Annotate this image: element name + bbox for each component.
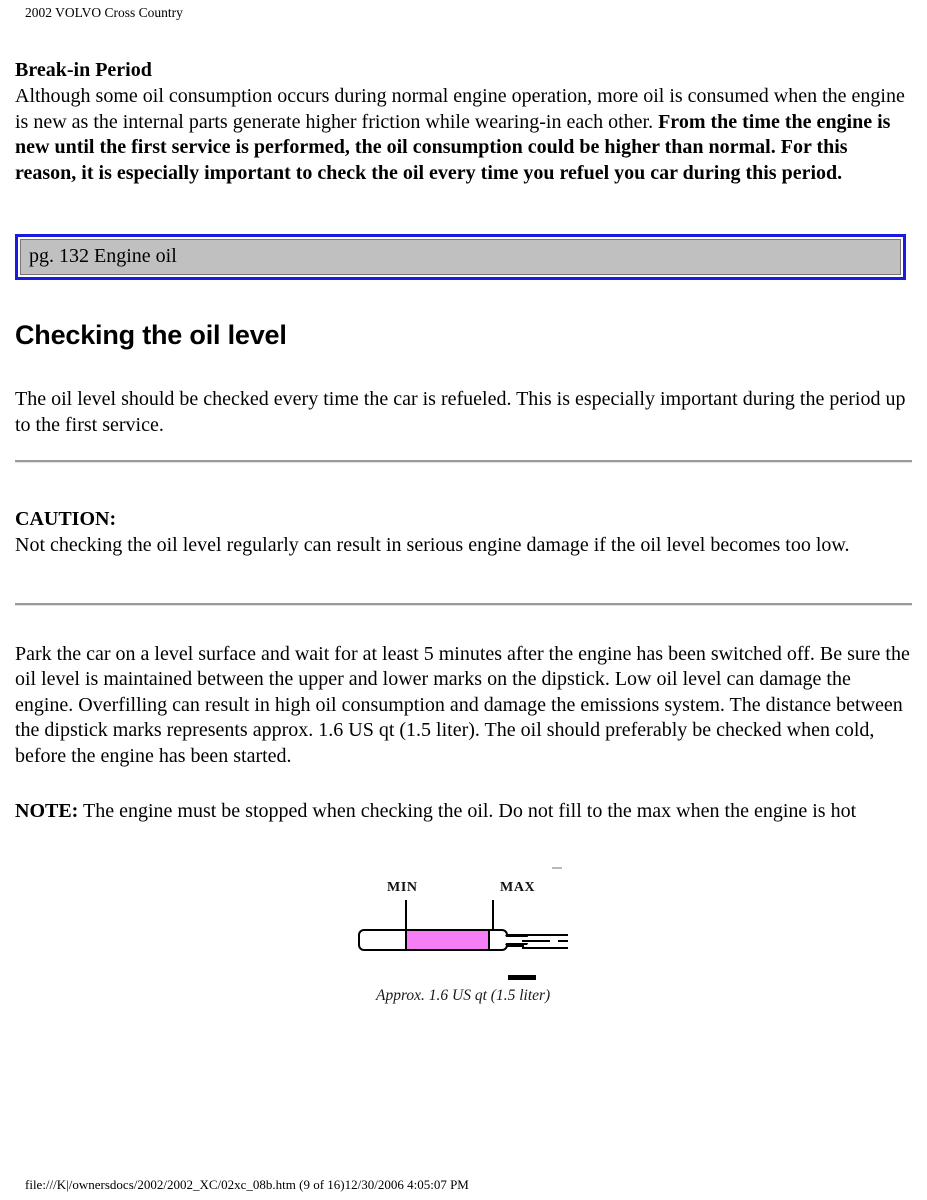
- page-footer-path: file:///K|/ownersdocs/2002/2002_XC/02xc_…: [25, 1177, 469, 1192]
- measurement-dash-icon: [508, 975, 536, 980]
- dipstick-body: [358, 929, 508, 951]
- break-in-period-paragraph: Although some oil consumption occurs dur…: [15, 84, 912, 186]
- page-reference-box[interactable]: pg. 132 Engine oil: [15, 234, 906, 280]
- dipstick-max-label: MAX: [500, 880, 536, 895]
- page-reference-label[interactable]: pg. 132 Engine oil: [29, 245, 177, 267]
- caution-text: Not checking the oil level regularly can…: [15, 534, 850, 556]
- dipstick-figure-inner: MIN MAX Approx. 1.6 US qt (1.5 liter): [0, 855, 927, 1020]
- page-title: Checking the oil level: [15, 320, 287, 350]
- dipstick-min-label: MIN: [387, 880, 418, 895]
- dipstick-prong-top: [522, 934, 568, 936]
- dipstick-oil-fill-region: [405, 931, 490, 949]
- section-intro-paragraph: The oil level should be checked every ti…: [15, 388, 906, 436]
- dipstick-prong-middle-right: [558, 940, 568, 942]
- dipstick-figure-caption: Approx. 1.6 US qt (1.5 liter): [376, 987, 551, 1004]
- dipstick-figure: MIN MAX Approx. 1.6 US qt (1.5 liter): [0, 855, 927, 1020]
- page-reference-box-inner[interactable]: pg. 132 Engine oil: [20, 239, 901, 275]
- document-content: Break-in Period Although some oil consum…: [15, 58, 912, 825]
- caution-heading: CAUTION:: [15, 508, 117, 530]
- break-in-period-heading: Break-in Period: [15, 59, 152, 81]
- page-header-title: 2002 VOLVO Cross Country: [25, 5, 183, 20]
- note-paragraph: NOTE: The engine must be stopped when ch…: [15, 799, 912, 825]
- dash-artifact-icon: [552, 867, 562, 869]
- note-label: NOTE:: [15, 800, 79, 822]
- note-text: The engine must be stopped when checking…: [78, 800, 857, 822]
- procedure-paragraph: Park the car on a level surface and wait…: [15, 642, 910, 767]
- dipstick-prong-middle-left: [522, 940, 550, 942]
- dipstick-prong-bottom: [522, 947, 568, 949]
